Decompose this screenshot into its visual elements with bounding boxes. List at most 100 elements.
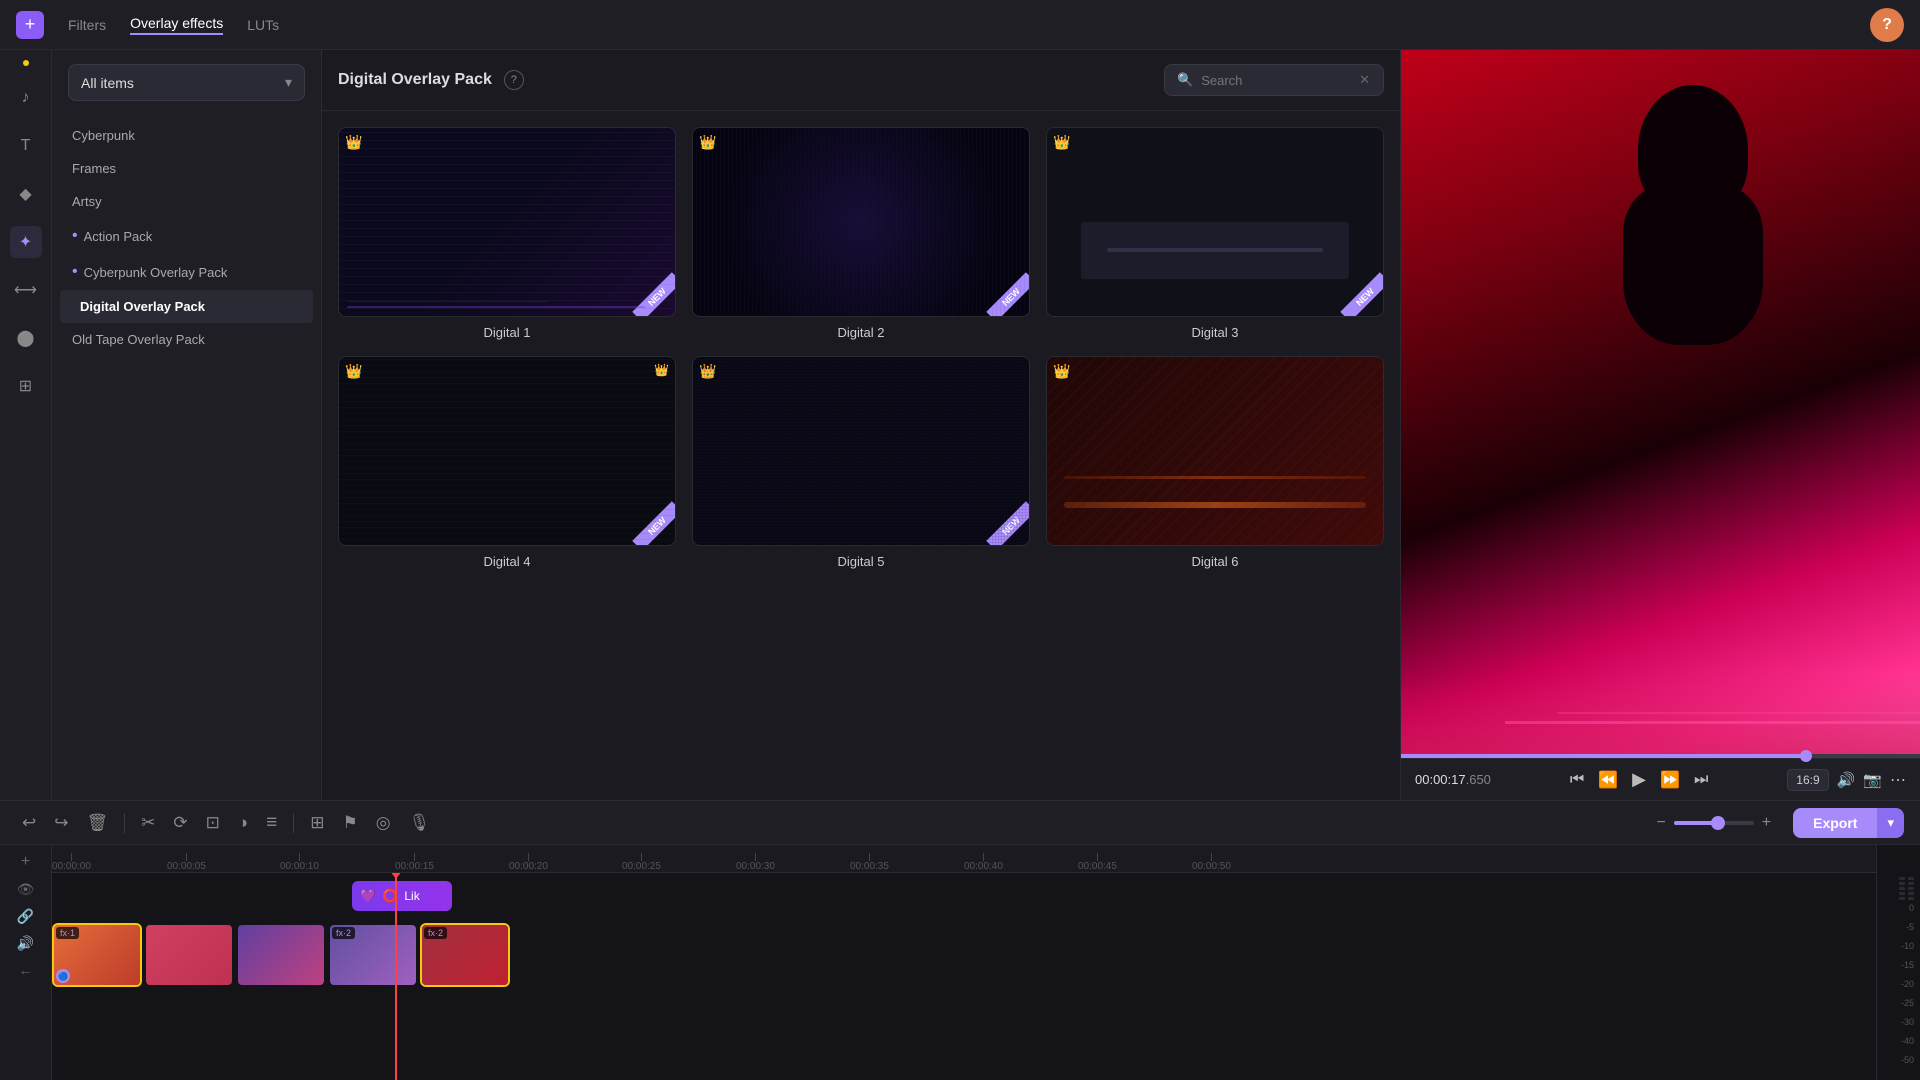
grid-item-d2[interactable]: 👑 NEW Digital 2: [692, 127, 1030, 340]
preview-progress-thumb[interactable]: [1800, 750, 1812, 762]
play-prev-button[interactable]: ⏮: [1566, 769, 1588, 791]
search-input[interactable]: [1201, 73, 1351, 88]
zoom-slider-thumb[interactable]: [1711, 816, 1725, 830]
sidebar-btn-plugin[interactable]: ⊞: [10, 370, 42, 402]
play-next-button[interactable]: ⏭: [1690, 769, 1712, 791]
timeline-ruler: 00:00:00 00:00:05 00:00:10 00:00:15 00:0…: [52, 845, 1876, 873]
category-panel: All items ▾ Cyberpunk Frames Artsy • Act…: [52, 50, 322, 800]
overlay-clip[interactable]: 💜 ⭕ Lik: [352, 881, 452, 911]
play-button[interactable]: ▶: [1628, 767, 1650, 792]
zoom-plus-icon[interactable]: +: [1762, 814, 1771, 832]
dot-icon: •: [72, 263, 78, 281]
export-arrow-button[interactable]: ▾: [1877, 808, 1904, 838]
add-button[interactable]: +: [16, 11, 44, 39]
sidebar-btn-color[interactable]: ⬤: [10, 322, 42, 354]
sidebar-item-old-tape[interactable]: Old Tape Overlay Pack: [52, 323, 321, 356]
sidebar-icon-dot: [23, 60, 29, 66]
grid-item-d5[interactable]: 👑 NEW Digital 5: [692, 356, 1030, 569]
grid-label-d4: Digital 4: [484, 554, 531, 569]
link-button[interactable]: 🔗: [17, 908, 34, 925]
sidebar-item-digital-overlay[interactable]: Digital Overlay Pack: [60, 290, 313, 323]
track-button[interactable]: ◎: [370, 809, 397, 837]
video-clip-1[interactable]: fx·1 🔵: [52, 923, 142, 987]
zoom-minus-icon[interactable]: −: [1656, 814, 1665, 832]
tracks-area: 💜 ⭕ Lik fx·1 🔵: [52, 873, 1876, 1080]
video-clip-5[interactable]: fx·2: [420, 923, 510, 987]
add-icon: +: [25, 14, 36, 35]
video-track: fx·1 🔵 fx: [52, 919, 1876, 993]
preview-panel: 00:00:17.650 ⏮ ⏪ ▶ ⏩ ⏭ 16:9 🔊 📷 ⋯: [1400, 50, 1920, 800]
overlay-track: 💜 ⭕ Lik: [52, 873, 1876, 919]
grid-item-d1[interactable]: 👑 NEW Digital 1: [338, 127, 676, 340]
sidebar-btn-shape[interactable]: ◆: [10, 178, 42, 210]
screenshot-button[interactable]: 📷: [1863, 771, 1882, 789]
undo-button[interactable]: ↩: [16, 809, 42, 837]
chevron-down-icon: ▾: [285, 74, 292, 91]
sidebar-btn-music[interactable]: ♪: [10, 82, 42, 114]
back-button[interactable]: ←: [19, 962, 33, 978]
adjust-button[interactable]: ≡: [260, 808, 283, 838]
effect-icon: ✦: [19, 232, 32, 252]
crop-button[interactable]: ⊡: [200, 809, 226, 837]
grid-item-d4[interactable]: 👑 NEW 👑 Digital 4: [338, 356, 676, 569]
grid-thumb-d4: 👑 NEW 👑: [338, 356, 676, 546]
tab-luts[interactable]: LUTs: [247, 17, 279, 33]
grid-item-d6[interactable]: 👑 Digital 6: [1046, 356, 1384, 569]
timeline-content: + 👁 🔗 🔊 ← 00:00:00 00:00:05 00:00:10 00:…: [0, 845, 1920, 1080]
preview-playback-buttons: ⏮ ⏪ ▶ ⏩ ⏭: [1566, 767, 1713, 792]
sidebar-item-cyberpunk[interactable]: Cyberpunk: [52, 119, 321, 152]
cut-button[interactable]: ✂: [135, 809, 161, 837]
content-title: Digital Overlay Pack: [338, 71, 492, 89]
media-button[interactable]: ⊞: [304, 809, 330, 837]
export-button-group: Export ▾: [1793, 808, 1904, 838]
rotate-button[interactable]: ⟳: [167, 809, 193, 837]
video-clip-2[interactable]: [144, 923, 234, 987]
content-area: Digital Overlay Pack ? 🔍 ✕ 👑 NEW: [322, 50, 1400, 800]
speaker-button[interactable]: 🔊: [17, 935, 34, 952]
sidebar-item-artsy[interactable]: Artsy: [52, 185, 321, 218]
grid-label-d5: Digital 5: [838, 554, 885, 569]
grid-label-d1: Digital 1: [484, 325, 531, 340]
tab-filters[interactable]: Filters: [68, 17, 106, 33]
mic-button[interactable]: 🎙: [403, 809, 437, 837]
content-header: Digital Overlay Pack ? 🔍 ✕: [322, 50, 1400, 111]
eye-button[interactable]: 👁: [17, 881, 35, 898]
music-icon: ♪: [22, 89, 30, 107]
timeline-playhead[interactable]: [395, 873, 397, 1080]
search-clear-icon[interactable]: ✕: [1359, 72, 1370, 88]
sidebar-item-cyberpunk-overlay[interactable]: • Cyberpunk Overlay Pack: [52, 254, 321, 290]
content-help-button[interactable]: ?: [504, 70, 524, 90]
export-button[interactable]: Export: [1793, 808, 1877, 838]
preview-progress-bar[interactable]: [1401, 754, 1920, 758]
fx-badge-5: fx·2: [424, 927, 447, 939]
step-fwd-button[interactable]: ⏩: [1656, 768, 1684, 792]
search-icon: 🔍: [1177, 72, 1193, 88]
sidebar-item-frames[interactable]: Frames: [52, 152, 321, 185]
add-track-button[interactable]: +: [21, 853, 30, 871]
sidebar-btn-effect[interactable]: ✦: [10, 226, 42, 258]
volume-button[interactable]: 🔊: [1837, 771, 1856, 789]
help-button[interactable]: ?: [1870, 8, 1904, 42]
fx-badge-4: fx·2: [332, 927, 355, 939]
all-items-dropdown[interactable]: All items ▾: [68, 64, 305, 101]
zoom-controls: − +: [1656, 814, 1771, 832]
grid-item-d3[interactable]: 👑 NEW Digital 3: [1046, 127, 1384, 340]
sidebar-item-action-pack[interactable]: • Action Pack: [52, 218, 321, 254]
overlay-icon-purple: 💜: [360, 888, 376, 904]
tab-overlay-effects[interactable]: Overlay effects: [130, 15, 223, 35]
delete-button[interactable]: 🗑: [81, 809, 115, 837]
flag-button[interactable]: ⚑: [336, 809, 363, 837]
sidebar-btn-transition[interactable]: ⟷: [10, 274, 42, 306]
color-adjust-button[interactable]: ◑: [232, 809, 254, 837]
timeline-section: ↩ ↪ 🗑 ✂ ⟳ ⊡ ◑ ≡ ⊞ ⚑ ◎ 🎙 − + Export ▾ +: [0, 800, 1920, 1080]
aspect-ratio-selector[interactable]: 16:9: [1787, 769, 1828, 791]
redo-button[interactable]: ↪: [48, 809, 74, 837]
video-clip-4[interactable]: fx·2: [328, 923, 418, 987]
sidebar-btn-text[interactable]: T: [10, 130, 42, 162]
step-back-button[interactable]: ⏪: [1594, 768, 1622, 792]
toolbar-separator-2: [293, 813, 294, 833]
zoom-slider[interactable]: [1674, 821, 1754, 825]
video-clip-3[interactable]: [236, 923, 326, 987]
more-options-button[interactable]: ⋯: [1890, 770, 1906, 790]
preview-video-frame: [1401, 50, 1920, 754]
